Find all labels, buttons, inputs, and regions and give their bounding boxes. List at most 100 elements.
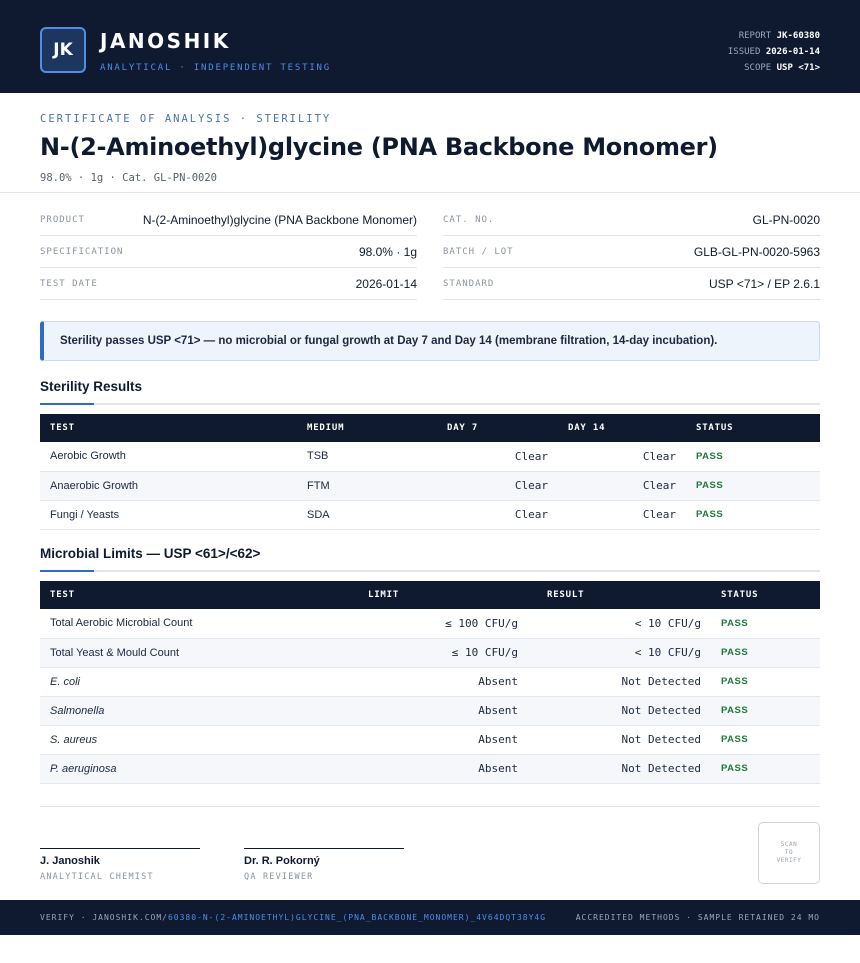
signatory-name: J. Janoshik: [40, 855, 100, 867]
info-value: GL-PN-0020: [752, 212, 820, 227]
status-badge: PASS: [711, 696, 820, 726]
info-row-standard: STANDARD USP <71> / EP 2.6.1: [443, 268, 820, 300]
product-subtitle: 98.0% · 1g · Cat. GL-PN-0020: [40, 172, 218, 184]
cell-day7: Clear: [437, 500, 558, 530]
cell-result: Not Detected: [528, 696, 711, 726]
cell-limit: Absent: [358, 725, 528, 755]
cell-medium: SDA: [297, 500, 437, 530]
footer-bar: VERIFY · JANOSHIK.COM/60380-N-(2-AMINOET…: [0, 900, 860, 935]
info-label: STANDARD: [443, 278, 495, 289]
status-badge: PASS: [711, 609, 820, 639]
table-row: Total Yeast & Mould Count ≤ 10 CFU/g < 1…: [40, 638, 820, 668]
table-row: Anaerobic Growth FTM Clear Clear PASS: [40, 471, 820, 501]
status-badge: PASS: [686, 442, 820, 472]
cell-day7: Clear: [437, 471, 558, 501]
table-row: P. aeruginosa Absent Not Detected PASS: [40, 754, 820, 784]
cell-medium: FTM: [297, 471, 437, 501]
column-header: STATUS: [721, 590, 759, 600]
cell-day14: Clear: [558, 442, 686, 472]
result-summary-banner: Sterility passes USP <71> — no microbial…: [40, 321, 820, 361]
info-value: N-(2-Aminoethyl)glycine (PNA Backbone Mo…: [142, 212, 417, 227]
table-row: Fungi / Yeasts SDA Clear Clear PASS: [40, 500, 820, 530]
signatory-role: ANALYTICAL CHEMIST: [40, 872, 154, 882]
signatory-role: QA REVIEWER: [244, 872, 314, 882]
qr-text: SCAN: [780, 841, 798, 848]
report-number: JK-60380: [776, 31, 820, 41]
info-row-batch: BATCH / LOT GLB-GL-PN-0020-5963: [443, 236, 820, 268]
cell-day7: Clear: [437, 442, 558, 472]
cell-test: P. aeruginosa: [40, 754, 358, 784]
table-header-row: TEST MEDIUM DAY 7 DAY 14 STATUS: [40, 414, 820, 442]
issued-date: 2026-01-14: [765, 47, 820, 57]
info-row-cat-no: CAT. NO. GL-PN-0020: [443, 204, 820, 236]
report-meta: REPORT JK-60380 ISSUED 2026-01-14 SCOPE …: [728, 28, 820, 76]
table-row: S. aureus Absent Not Detected PASS: [40, 725, 820, 755]
cell-test: S. aureus: [40, 725, 358, 755]
cell-result: Not Detected: [528, 754, 711, 784]
column-header: RESULT: [547, 590, 585, 600]
status-badge: PASS: [711, 754, 820, 784]
info-row-test-date: TEST DATE 2026-01-14: [40, 268, 417, 300]
section-rule: [40, 403, 820, 405]
document-type: CERTIFICATE OF ANALYSIS · STERILITY: [40, 113, 332, 125]
report-header: JK JANOSHIK ANALYTICAL · INDEPENDENT TES…: [0, 0, 860, 93]
cell-day14: Clear: [558, 500, 686, 530]
cell-test: Salmonella: [40, 696, 358, 726]
scope-label: SCOPE: [744, 63, 772, 73]
cell-test: E. coli: [40, 667, 358, 697]
section-rule: [40, 570, 820, 572]
info-grid-left: PRODUCT N-(2-Aminoethyl)glycine (PNA Bac…: [40, 204, 417, 300]
info-value: GLB-GL-PN-0020-5963: [693, 244, 820, 259]
info-label: PRODUCT: [40, 214, 85, 225]
status-badge: PASS: [686, 471, 820, 501]
cell-test: Total Yeast & Mould Count: [40, 638, 358, 668]
info-value: 98.0% · 1g: [358, 244, 417, 259]
column-header: TEST: [50, 590, 75, 600]
brand-logo: JK: [40, 27, 86, 73]
brand-name: JANOSHIK: [100, 29, 231, 53]
cell-medium: TSB: [297, 442, 437, 472]
info-row-product: PRODUCT N-(2-Aminoethyl)glycine (PNA Bac…: [40, 204, 417, 236]
cell-day14: Clear: [558, 471, 686, 501]
qr-text: VERIFY: [776, 857, 802, 864]
table-row: E. coli Absent Not Detected PASS: [40, 667, 820, 697]
table-header-row: TEST LIMIT RESULT STATUS: [40, 581, 820, 609]
info-value: 2026-01-14: [355, 276, 417, 291]
cell-result: < 10 CFU/g: [528, 638, 711, 668]
microbial-limits-table: TEST LIMIT RESULT STATUS Total Aerobic M…: [40, 581, 820, 784]
column-header: DAY 7: [447, 423, 479, 433]
cell-limit: Absent: [358, 667, 528, 697]
signature-analyst: J. Janoshik ANALYTICAL CHEMIST: [40, 848, 200, 882]
cell-limit: Absent: [358, 696, 528, 726]
cell-limit: Absent: [358, 754, 528, 784]
page-title: N-(2-Aminoethyl)glycine (PNA Backbone Mo…: [40, 133, 718, 161]
info-value: USP <71> / EP 2.6.1: [709, 276, 820, 291]
table-row: Total Aerobic Microbial Count ≤ 100 CFU/…: [40, 609, 820, 639]
table-row: Aerobic Growth TSB Clear Clear PASS: [40, 442, 820, 472]
signatory-name: Dr. R. Pokorný: [244, 855, 320, 867]
column-header: MEDIUM: [307, 423, 345, 433]
qr-text: TO: [784, 849, 794, 856]
table-row: Salmonella Absent Not Detected PASS: [40, 696, 820, 726]
cell-test: Aerobic Growth: [40, 442, 297, 472]
verify-link[interactable]: VERIFY · JANOSHIK.COM/60380-N-(2-AMINOET…: [40, 913, 546, 922]
cell-limit: ≤ 100 CFU/g: [358, 609, 528, 639]
status-badge: PASS: [686, 500, 820, 530]
info-label: CAT. NO.: [443, 214, 495, 225]
column-header: LIMIT: [368, 590, 400, 600]
issued-label: ISSUED: [727, 47, 761, 57]
cell-result: Not Detected: [528, 725, 711, 755]
column-header: DAY 14: [568, 423, 606, 433]
brand-tagline: ANALYTICAL · INDEPENDENT TESTING: [100, 63, 331, 73]
verify-qr-placeholder[interactable]: SCAN TO VERIFY: [758, 822, 820, 884]
cell-result: < 10 CFU/g: [528, 609, 711, 639]
divider: [0, 192, 860, 193]
info-label: SPECIFICATION: [40, 246, 124, 257]
sterility-table: TEST MEDIUM DAY 7 DAY 14 STATUS Aerobic …: [40, 414, 820, 530]
cell-limit: ≤ 10 CFU/g: [358, 638, 528, 668]
cell-test: Anaerobic Growth: [40, 471, 297, 501]
footer-note: ACCREDITED METHODS · SAMPLE RETAINED 24 …: [575, 913, 820, 922]
section-title-sterility: Sterility Results: [40, 379, 143, 394]
verify-prefix: VERIFY · JANOSHIK.COM/: [40, 913, 168, 922]
cell-test: Fungi / Yeasts: [40, 500, 297, 530]
